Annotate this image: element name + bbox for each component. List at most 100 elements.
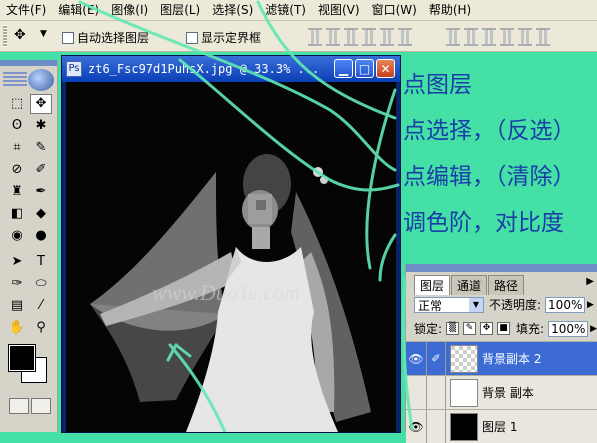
slice-tool-icon[interactable]: ✎ <box>30 138 52 158</box>
notes-tool-icon[interactable]: ▤ <box>6 296 28 316</box>
layer-thumbnail <box>450 378 478 407</box>
opacity-field[interactable]: 100% <box>545 296 586 313</box>
document-canvas[interactable]: www.DuoTe.com <box>66 82 396 432</box>
tab-channels[interactable]: 通道 <box>451 275 488 295</box>
history-brush-tool-icon[interactable]: ✒ <box>30 182 52 202</box>
layer-name: 背景 副本 <box>482 386 534 400</box>
close-button[interactable]: ✕ <box>376 59 395 78</box>
marquee-tool-icon[interactable]: ⬚ <box>6 94 28 114</box>
menu-select[interactable]: 选择(S) <box>206 0 259 20</box>
watermark-text: www.DuoTe.com <box>152 280 300 305</box>
align-right-icon[interactable] <box>398 28 412 46</box>
fill-field[interactable]: 100% <box>548 320 589 337</box>
options-grip[interactable] <box>3 25 7 47</box>
menu-filter[interactable]: 滤镜(T) <box>259 0 312 20</box>
paint-bucket-tool-icon[interactable]: ◆ <box>30 204 52 224</box>
distribute-vcenter-icon[interactable] <box>464 28 478 46</box>
move-tool-icon[interactable]: ✥ <box>30 94 52 114</box>
eye-icon[interactable]: 👁 <box>406 342 427 375</box>
checkbox-icon[interactable] <box>62 31 74 44</box>
align-bottom-icon[interactable] <box>344 28 358 46</box>
magic-wand-tool-icon[interactable]: ✱ <box>30 116 52 136</box>
align-vcenter-icon[interactable] <box>326 28 340 46</box>
crop-tool-icon[interactable]: ⌗ <box>6 138 28 158</box>
tools-palette-titlebar[interactable] <box>0 60 57 66</box>
hand-tool-icon[interactable]: ✋ <box>6 318 28 338</box>
menu-file[interactable]: 文件(F) <box>0 0 52 20</box>
eraser-tool-icon[interactable]: ◧ <box>6 204 28 224</box>
eye-icon[interactable]: 👁 <box>406 410 427 443</box>
quickmask-mode-button[interactable] <box>31 398 51 414</box>
show-bounding-box-label: 显示定界框 <box>201 31 262 45</box>
show-bounding-box-checkbox[interactable]: 显示定界框 <box>186 29 261 46</box>
chevron-down-icon[interactable]: ▼ <box>40 29 47 39</box>
standard-mode-button[interactable] <box>9 398 29 414</box>
healing-brush-tool-icon[interactable]: ⊘ <box>6 160 28 180</box>
pen-tool-icon[interactable]: ✑ <box>6 274 28 294</box>
blend-mode-select[interactable]: 正常 ▼ <box>414 296 484 313</box>
type-tool-icon[interactable]: T <box>30 252 52 272</box>
lock-position-icon[interactable]: ✥ <box>480 322 494 335</box>
brush-tool-icon[interactable]: ✐ <box>30 160 52 180</box>
link-cell[interactable] <box>427 410 446 443</box>
align-left-icon[interactable] <box>362 28 376 46</box>
tab-paths[interactable]: 路径 <box>488 275 525 295</box>
menu-layer[interactable]: 图层(L) <box>154 0 206 20</box>
link-cell[interactable] <box>427 376 446 409</box>
menu-bar: 文件(F) 编辑(E) 图像(I) 图层(L) 选择(S) 滤镜(T) 视图(V… <box>0 0 597 21</box>
lock-transparency-icon[interactable]: ▒ <box>446 322 460 335</box>
panel-menu-icon[interactable]: ▶ <box>586 276 594 287</box>
tab-layers[interactable]: 图层 <box>414 275 451 295</box>
document-icon: Ps <box>66 61 82 77</box>
distribute-right-icon[interactable] <box>536 28 550 46</box>
photoshop-eye-icon[interactable] <box>28 69 54 91</box>
eye-hidden-cell[interactable] <box>406 376 427 409</box>
tutorial-steps: 点图层 点选择，（反选） 点编辑，（清除） 调色阶，对比度 <box>403 62 597 246</box>
lock-all-icon[interactable]: ■ <box>497 322 511 335</box>
document-title: zt6_Fsc97d1PuhsX.jpg @ 33.3% ... <box>88 62 320 76</box>
fill-slider-arrow-icon[interactable]: ▶ <box>590 324 597 334</box>
minimize-button[interactable]: ▁ <box>334 59 353 78</box>
auto-select-layer-checkbox[interactable]: 自动选择图层 <box>62 29 149 46</box>
menu-window[interactable]: 窗口(W) <box>366 0 423 20</box>
eyedropper-tool-icon[interactable]: ⁄ <box>30 296 52 316</box>
layer-row-background-copy-2[interactable]: 👁 ✐ 背景副本 2 <box>406 341 597 375</box>
tutorial-step-2: 点选择，（反选） <box>403 118 576 144</box>
document-window: Ps zt6_Fsc97d1PuhsX.jpg @ 33.3% ... ▁ □ … <box>62 56 400 432</box>
lasso-tool-icon[interactable]: ʘ <box>6 116 28 136</box>
auto-select-layer-label: 自动选择图层 <box>77 31 150 45</box>
foreground-color-swatch[interactable] <box>8 344 36 372</box>
menu-image[interactable]: 图像(I) <box>105 0 154 20</box>
layer-name: 背景副本 2 <box>482 352 542 366</box>
panel-tabs: 图层 通道 路径 <box>414 275 525 295</box>
lock-pixels-icon[interactable]: ✎ <box>463 322 477 335</box>
distribute-left-icon[interactable] <box>500 28 514 46</box>
opacity-label: 不透明度: <box>489 298 542 312</box>
zoom-tool-icon[interactable]: ⚲ <box>30 318 52 338</box>
align-top-icon[interactable] <box>308 28 322 46</box>
move-tool-preset-icon[interactable]: ✥ <box>14 27 26 43</box>
align-hcenter-icon[interactable] <box>380 28 394 46</box>
menu-view[interactable]: 视图(V) <box>312 0 366 20</box>
lock-fill-row: 锁定: ▒ ✎ ✥ ■ 填充: 100% ▶ <box>414 320 597 337</box>
dodge-tool-icon[interactable]: ● <box>30 226 52 246</box>
distribute-buttons <box>446 28 550 46</box>
blur-tool-icon[interactable]: ◉ <box>6 226 28 246</box>
menu-edit[interactable]: 编辑(E) <box>52 0 105 20</box>
layer-row-background-copy[interactable]: 背景 副本 <box>406 375 597 409</box>
layer-row-layer-1[interactable]: 👁 图层 1 <box>406 409 597 443</box>
layers-panel-titlebar[interactable] <box>406 264 597 272</box>
brush-icon[interactable]: ✐ <box>427 342 446 375</box>
menu-help[interactable]: 帮助(H) <box>423 0 477 20</box>
distribute-top-icon[interactable] <box>446 28 460 46</box>
opacity-slider-arrow-icon[interactable]: ▶ <box>587 300 594 310</box>
clone-stamp-tool-icon[interactable]: ♜ <box>6 182 28 202</box>
checkbox-icon[interactable] <box>186 31 198 44</box>
path-selection-tool-icon[interactable]: ➤ <box>6 252 28 272</box>
layer-name: 图层 1 <box>482 420 518 434</box>
shape-tool-icon[interactable]: ⬭ <box>30 274 52 294</box>
distribute-hcenter-icon[interactable] <box>518 28 532 46</box>
distribute-bottom-icon[interactable] <box>482 28 496 46</box>
align-buttons <box>308 28 412 46</box>
maximize-button[interactable]: □ <box>355 59 374 78</box>
